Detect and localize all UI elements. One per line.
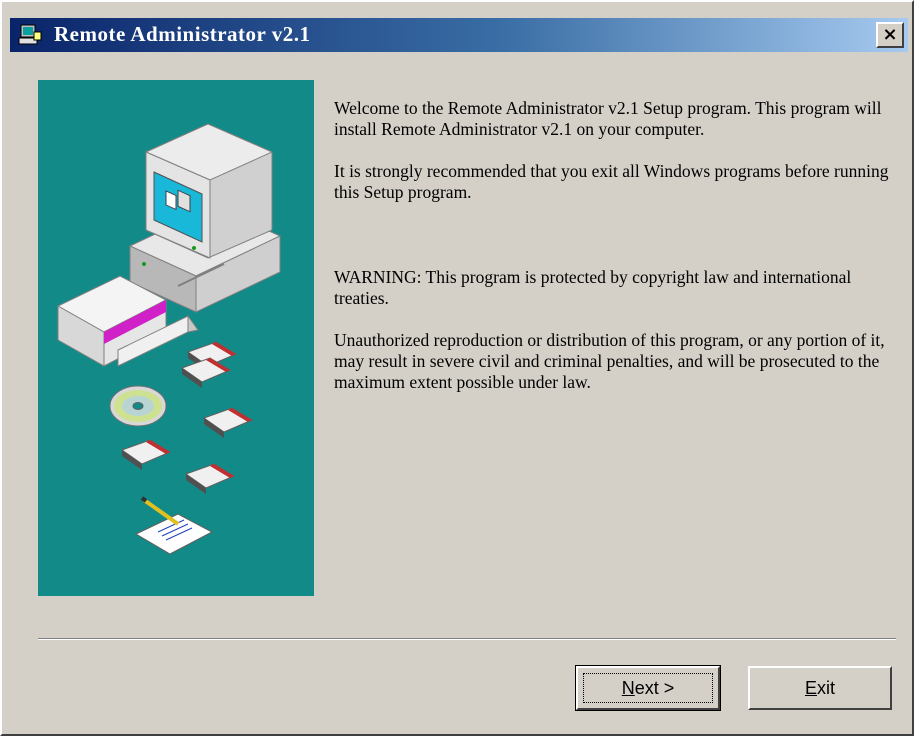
window-title: Remote Administrator v2.1 [54, 22, 311, 46]
focus-rectangle [583, 673, 713, 703]
setup-message: Welcome to the Remote Administrator v2.1… [334, 98, 904, 393]
exit-button-label: Exit [804, 677, 835, 698]
title-bar[interactable]: Remote Administrator v2.1 × [10, 18, 908, 52]
close-button[interactable]: × [876, 22, 904, 48]
setup-illustration [38, 80, 314, 596]
welcome-text: Welcome to the Remote Administrator v2.1… [334, 98, 882, 139]
next-button[interactable]: Next > [575, 665, 721, 711]
separator-line [38, 638, 896, 640]
cd-disc-icon [109, 385, 167, 427]
computer-icon [128, 123, 282, 313]
notepad-pencil-icon [134, 496, 214, 555]
close-icon: × [882, 24, 898, 45]
recommend-text: It is strongly recommended that you exit… [334, 161, 889, 202]
exit-button[interactable]: Exit [748, 666, 892, 710]
setup-window: Remote Administrator v2.1 × Welcome to t… [0, 0, 914, 736]
setup-app-icon [18, 24, 42, 45]
warning-text: WARNING: This program is protected by co… [334, 267, 852, 308]
unauthorized-text: Unauthorized reproduction or distributio… [334, 330, 885, 392]
